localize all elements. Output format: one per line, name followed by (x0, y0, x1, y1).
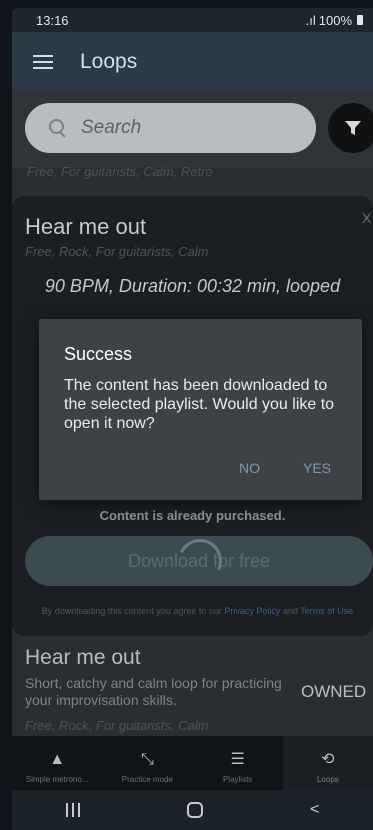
search-input[interactable]: Search (25, 103, 316, 153)
list-item-tags-top: Free, For guitarists, Calm, Retro (27, 164, 213, 179)
dialog-title: Success (64, 344, 133, 364)
status-bar: 13:16 .ıl 100% (12, 8, 373, 32)
practice-arrows-icon: ⤡ (140, 751, 154, 768)
dialog-no-button[interactable]: NO (239, 460, 260, 476)
recent-apps-icon[interactable] (65, 803, 80, 817)
bpm-duration: 90 BPM, Duration: 00:32 min, looped (44, 276, 341, 296)
success-dialog: Success The content has been downloaded … (39, 319, 362, 500)
nav-simple-metronome[interactable]: ▲ Simple metrono... (12, 736, 102, 790)
battery-percent: 100% (318, 12, 352, 28)
dialog-message: The content has been downloaded to the s… (64, 377, 335, 432)
metronome-icon: ▲ (49, 751, 66, 768)
page-title: Loops (80, 50, 138, 73)
card-title: Hear me out (25, 214, 147, 239)
search-placeholder: Search (81, 117, 142, 138)
dialog-yes-button[interactable]: YES (303, 460, 331, 476)
search-row: Search Free, For guitarists, Calm, Retro (12, 92, 373, 179)
list-item-description: Short, catchy and calm loop for practici… (25, 675, 282, 708)
bottom-navigation: ▲ Simple metrono... ⤡ Practice mode ☰ Pl… (12, 736, 373, 790)
system-navigation-bar: < (12, 790, 373, 830)
nav-practice-mode[interactable]: ⤡ Practice mode (102, 736, 192, 790)
back-icon[interactable]: < (310, 801, 319, 819)
list-item-title: Hear me out (25, 646, 141, 669)
loop-icon: ⟲ (321, 751, 335, 768)
nav-label: Playlists (222, 775, 253, 784)
nav-loops[interactable]: ⟲ Loops (282, 736, 373, 790)
status-indicators: .ıl 100% (306, 13, 363, 28)
privacy-policy-link[interactable]: Privacy Policy (224, 606, 280, 616)
home-icon[interactable] (186, 802, 203, 818)
agreement-text: By downloading this content you agree to… (25, 605, 370, 617)
list-item[interactable]: Hear me out Short, catchy and calm loop … (12, 636, 373, 736)
nav-label: Practice mode (121, 775, 173, 784)
phone-screen: 13:16 .ıl 100% Loops Search Free, For gu… (0, 0, 373, 830)
close-button[interactable]: X (362, 210, 371, 226)
playlist-icon: ☰ (230, 751, 245, 768)
agreement-and: and (280, 606, 301, 616)
status-time: 13:16 (36, 12, 69, 28)
filter-button[interactable] (328, 103, 373, 153)
funnel-filter-icon (345, 121, 361, 135)
search-icon (49, 119, 67, 137)
terms-link[interactable]: Terms of Use (300, 606, 353, 616)
app-bar: Loops (12, 32, 373, 92)
battery-icon (357, 15, 363, 25)
purchased-notice: Content is already purchased. (99, 508, 286, 523)
hamburger-menu-icon[interactable] (33, 55, 53, 69)
agreement-prefix: By downloading this content you agree to… (41, 606, 225, 616)
app-frame: 13:16 .ıl 100% Loops Search Free, For gu… (12, 8, 373, 830)
list-item-tags: Free, Rock, For guitarists, Calm (25, 718, 209, 733)
nav-label: Loops (316, 775, 339, 784)
nav-playlists[interactable]: ☰ Playlists (193, 736, 283, 790)
owned-badge: OWNED (301, 682, 367, 701)
card-tags: Free, Rock, For guitarists, Calm (25, 244, 209, 259)
signal-icon: .ıl (305, 12, 316, 28)
nav-label: Simple metrono... (25, 775, 89, 784)
